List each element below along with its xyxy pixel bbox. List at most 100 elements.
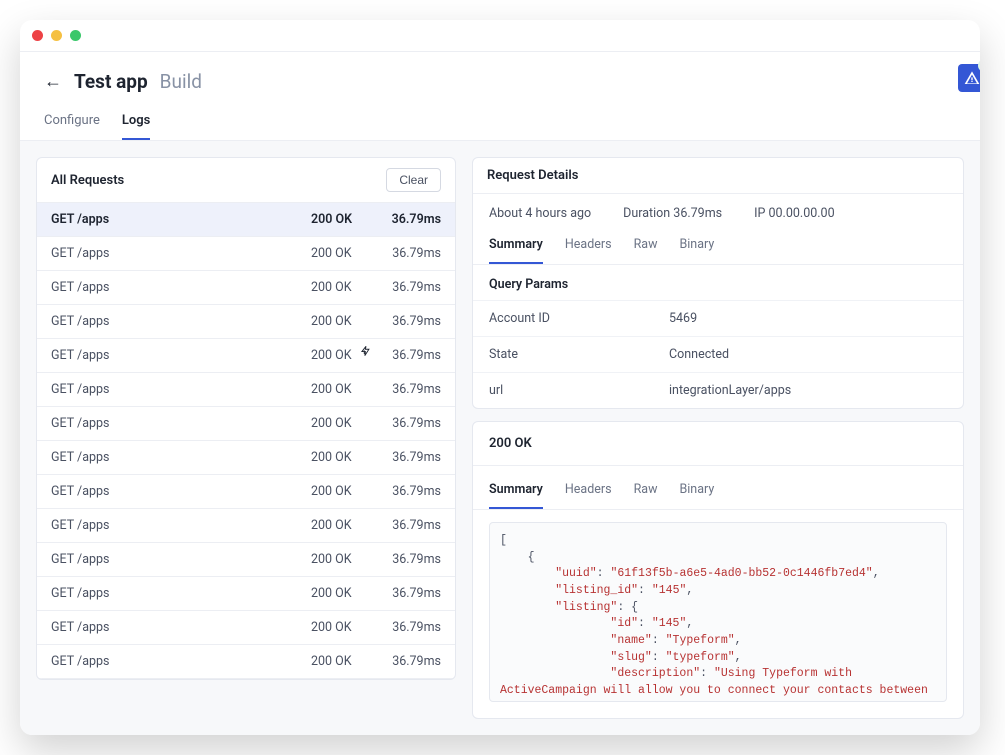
page-section: Build — [160, 70, 202, 93]
request-duration: 36.79ms — [381, 586, 441, 601]
request-row[interactable]: GET /apps200 OK36.79ms — [37, 577, 455, 611]
request-endpoint: GET /apps — [51, 518, 311, 533]
request-row[interactable]: GET /apps200 OK36.79ms — [37, 305, 455, 339]
requests-title: All Requests — [51, 173, 124, 188]
detail-duration: Duration 36.79ms — [623, 206, 722, 221]
response-tabs: Summary Headers Raw Binary — [489, 474, 947, 509]
request-duration: 36.79ms — [381, 416, 441, 431]
request-status: 200 OK — [311, 348, 381, 363]
query-params-list: Account ID5469StateConnectedurlintegrati… — [473, 300, 963, 408]
request-row[interactable]: GET /apps200 OK36.79ms — [37, 441, 455, 475]
requests-list: GET /apps200 OK36.79msGET /apps200 OK36.… — [37, 203, 455, 679]
request-status: 200 OK — [311, 620, 381, 635]
maximize-window-dot[interactable] — [70, 30, 81, 41]
tab-logs[interactable]: Logs — [122, 107, 150, 140]
query-params-title: Query Params — [473, 265, 963, 300]
request-duration: 36.79ms — [381, 450, 441, 465]
request-status: 200 OK — [311, 382, 381, 397]
request-status: 200 OK — [311, 484, 381, 499]
request-row[interactable]: GET /apps200 OK36.79ms — [37, 645, 455, 679]
query-param-value: 5469 — [669, 311, 947, 326]
request-endpoint: GET /apps — [51, 246, 311, 261]
request-duration: 36.79ms — [381, 620, 441, 635]
query-param-key: State — [489, 347, 669, 362]
request-endpoint: GET /apps — [51, 450, 311, 465]
request-duration: 36.79ms — [381, 552, 441, 567]
requests-panel: All Requests Clear GET /apps200 OK36.79m… — [36, 157, 456, 680]
request-duration: 36.79ms — [381, 246, 441, 261]
query-param-key: Account ID — [489, 311, 669, 326]
close-window-dot[interactable] — [32, 30, 43, 41]
response-tab-summary[interactable]: Summary — [489, 474, 543, 509]
request-status: 200 OK — [311, 212, 381, 227]
details-tab-summary[interactable]: Summary — [489, 229, 543, 264]
request-row[interactable]: GET /apps200 OK36.79ms — [37, 373, 455, 407]
request-status: 200 OK — [311, 586, 381, 601]
response-tab-raw[interactable]: Raw — [634, 474, 658, 509]
request-status: 200 OK — [311, 314, 381, 329]
query-param-key: url — [489, 383, 669, 398]
header: ← Test app Build Configure Logs — [20, 52, 980, 141]
details-tab-raw[interactable]: Raw — [634, 229, 658, 264]
back-arrow-icon[interactable]: ← — [44, 71, 62, 92]
query-param-value: integrationLayer/apps — [669, 383, 947, 398]
request-status: 200 OK — [311, 280, 381, 295]
details-tab-headers[interactable]: Headers — [565, 229, 612, 264]
request-endpoint: GET /apps — [51, 314, 311, 329]
details-panel: Request Details About 4 hours ago Durati… — [472, 157, 964, 409]
request-duration: 36.79ms — [381, 348, 441, 363]
response-status: 200 OK — [473, 422, 963, 466]
request-endpoint: GET /apps — [51, 552, 311, 567]
request-duration: 36.79ms — [381, 212, 441, 227]
response-panel: 200 OK Summary Headers Raw Binary [ { "uuid… — [472, 421, 964, 719]
request-status: 200 OK — [311, 518, 381, 533]
request-endpoint: GET /apps — [51, 382, 311, 397]
request-status: 200 OK — [311, 450, 381, 465]
content: All Requests Clear GET /apps200 OK36.79m… — [20, 141, 980, 735]
tab-configure[interactable]: Configure — [44, 107, 100, 140]
request-status: 200 OK — [311, 246, 381, 261]
request-row[interactable]: GET /apps200 OK36.79ms — [37, 407, 455, 441]
alerts-badge[interactable]: 0 — [958, 64, 980, 92]
request-endpoint: GET /apps — [51, 348, 311, 363]
request-duration: 36.79ms — [381, 314, 441, 329]
header-tabs: Configure Logs — [44, 107, 956, 140]
request-duration: 36.79ms — [381, 518, 441, 533]
page-title: Test app — [74, 70, 148, 93]
warning-icon — [964, 70, 980, 86]
response-body: [ { "uuid": "61f13f5b-a6e5-4ad0-bb52-0c1… — [489, 522, 947, 702]
minimize-window-dot[interactable] — [51, 30, 62, 41]
request-endpoint: GET /apps — [51, 484, 311, 499]
query-param-row: StateConnected — [473, 336, 963, 372]
query-param-row: urlintegrationLayer/apps — [473, 372, 963, 408]
request-row[interactable]: GET /apps200 OK36.79ms — [37, 203, 455, 237]
details-tab-binary[interactable]: Binary — [679, 229, 714, 264]
response-tab-headers[interactable]: Headers — [565, 474, 612, 509]
titlebar — [20, 20, 980, 52]
request-endpoint: GET /apps — [51, 654, 311, 669]
request-status: 200 OK — [311, 654, 381, 669]
query-param-value: Connected — [669, 347, 947, 362]
request-row[interactable]: GET /apps200 OK36.79ms — [37, 543, 455, 577]
request-row[interactable]: GET /apps200 OK36.79ms — [37, 339, 455, 373]
request-row[interactable]: GET /apps200 OK36.79ms — [37, 611, 455, 645]
request-status: 200 OK — [311, 416, 381, 431]
request-duration: 36.79ms — [381, 382, 441, 397]
detail-time: About 4 hours ago — [489, 206, 591, 221]
request-duration: 36.79ms — [381, 654, 441, 669]
browser-window: 0 ← Test app Build Configure Logs All Req… — [20, 20, 980, 735]
details-title: Request Details — [487, 168, 578, 183]
request-row[interactable]: GET /apps200 OK36.79ms — [37, 509, 455, 543]
request-endpoint: GET /apps — [51, 280, 311, 295]
request-row[interactable]: GET /apps200 OK36.79ms — [37, 271, 455, 305]
request-row[interactable]: GET /apps200 OK36.79ms — [37, 237, 455, 271]
response-tab-binary[interactable]: Binary — [679, 474, 714, 509]
request-endpoint: GET /apps — [51, 416, 311, 431]
request-status: 200 OK — [311, 552, 381, 567]
request-row[interactable]: GET /apps200 OK36.79ms — [37, 475, 455, 509]
request-endpoint: GET /apps — [51, 586, 311, 601]
detail-ip: IP 00.00.00.00 — [754, 206, 834, 221]
request-endpoint: GET /apps — [51, 620, 311, 635]
request-endpoint: GET /apps — [51, 212, 311, 227]
clear-button[interactable]: Clear — [386, 168, 441, 192]
